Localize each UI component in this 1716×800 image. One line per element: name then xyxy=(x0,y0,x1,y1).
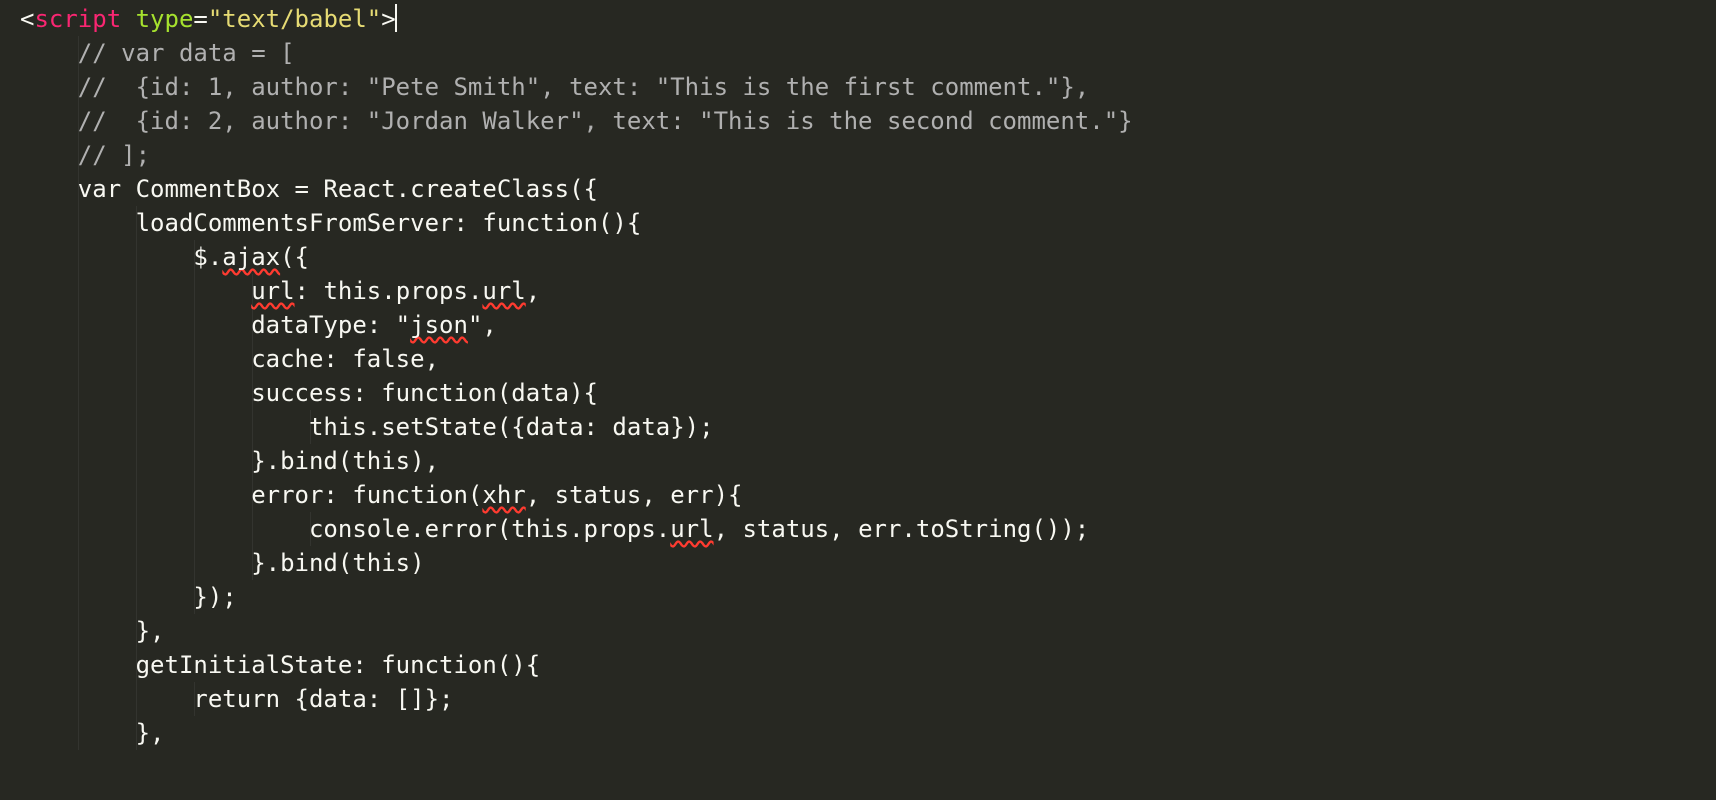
code-token: dataType: " xyxy=(251,311,410,339)
code-token: < xyxy=(20,5,34,33)
code-token: }.bind(this), xyxy=(251,447,439,475)
code-token: loadCommentsFromServer: function(){ xyxy=(136,209,642,237)
code-token: url xyxy=(670,515,713,543)
code-token: }, xyxy=(136,617,165,645)
code-text: cache: false, xyxy=(0,345,439,373)
code-text: }, xyxy=(0,719,165,747)
code-token: return {data: []}; xyxy=(193,685,453,713)
code-token: }); xyxy=(193,583,236,611)
code-text: this.setState({data: data}); xyxy=(0,413,714,441)
code-line[interactable]: // {id: 1, author: "Pete Smith", text: "… xyxy=(0,70,1716,104)
code-token: type xyxy=(136,5,194,33)
code-token: xhr xyxy=(482,481,525,509)
code-token: cache: false, xyxy=(251,345,439,373)
code-line[interactable]: // {id: 2, author: "Jordan Walker", text… xyxy=(0,104,1716,138)
code-token: console.error(this.props. xyxy=(309,515,670,543)
code-line[interactable]: url: this.props.url, xyxy=(0,274,1716,308)
code-line[interactable]: <script type="text/babel"> xyxy=(0,2,1716,36)
code-token: var CommentBox = React.createClass({ xyxy=(78,175,598,203)
code-line[interactable]: dataType: "json", xyxy=(0,308,1716,342)
code-text: url: this.props.url, xyxy=(0,277,540,305)
code-text: console.error(this.props.url, status, er… xyxy=(0,515,1089,543)
code-line[interactable]: loadCommentsFromServer: function(){ xyxy=(0,206,1716,240)
code-text: }); xyxy=(0,583,237,611)
code-token: error: function( xyxy=(251,481,482,509)
code-token: , status, err.toString()); xyxy=(714,515,1090,543)
code-text: <script type="text/babel"> xyxy=(0,5,397,33)
code-token: }.bind(this) xyxy=(251,549,424,577)
code-line[interactable]: console.error(this.props.url, status, er… xyxy=(0,512,1716,546)
code-line[interactable]: }, xyxy=(0,716,1716,750)
code-token: success: function(data){ xyxy=(251,379,598,407)
code-text: error: function(xhr, status, err){ xyxy=(0,481,742,509)
code-text: dataType: "json", xyxy=(0,311,497,339)
code-token xyxy=(121,5,135,33)
code-line[interactable]: }.bind(this) xyxy=(0,546,1716,580)
code-token: > xyxy=(381,5,395,33)
code-text: }.bind(this), xyxy=(0,447,439,475)
code-text: loadCommentsFromServer: function(){ xyxy=(0,209,641,237)
code-token: : this.props. xyxy=(295,277,483,305)
text-cursor xyxy=(395,4,397,32)
code-text: // ]; xyxy=(0,141,150,169)
code-token: getInitialState: function(){ xyxy=(136,651,541,679)
code-line[interactable]: error: function(xhr, status, err){ xyxy=(0,478,1716,512)
code-token: url xyxy=(251,277,294,305)
code-text: return {data: []}; xyxy=(0,685,453,713)
code-token: }, xyxy=(136,719,165,747)
code-token: url xyxy=(482,277,525,305)
code-token: $. xyxy=(193,243,222,271)
code-text: // {id: 2, author: "Jordan Walker", text… xyxy=(0,107,1133,135)
code-editor[interactable]: <script type="text/babel"> // var data =… xyxy=(0,0,1716,800)
code-token: // var data = [ xyxy=(78,39,295,67)
code-text: $.ajax({ xyxy=(0,243,309,271)
code-line[interactable]: return {data: []}; xyxy=(0,682,1716,716)
code-token: = xyxy=(193,5,207,33)
code-text: }.bind(this) xyxy=(0,549,425,577)
code-line[interactable]: // var data = [ xyxy=(0,36,1716,70)
code-text: }, xyxy=(0,617,165,645)
code-token: , xyxy=(526,277,540,305)
code-token: ", xyxy=(468,311,497,339)
code-line[interactable]: this.setState({data: data}); xyxy=(0,410,1716,444)
code-token: // {id: 2, author: "Jordan Walker", text… xyxy=(78,107,1133,135)
code-line[interactable]: $.ajax({ xyxy=(0,240,1716,274)
code-text: // var data = [ xyxy=(0,39,295,67)
code-text: success: function(data){ xyxy=(0,379,598,407)
code-text: // {id: 1, author: "Pete Smith", text: "… xyxy=(0,73,1089,101)
code-line[interactable]: cache: false, xyxy=(0,342,1716,376)
code-token: ({ xyxy=(280,243,309,271)
code-line[interactable]: success: function(data){ xyxy=(0,376,1716,410)
code-token: script xyxy=(34,5,121,33)
code-token: ajax xyxy=(222,243,280,271)
code-line[interactable]: getInitialState: function(){ xyxy=(0,648,1716,682)
code-line[interactable]: }, xyxy=(0,614,1716,648)
code-line[interactable]: var CommentBox = React.createClass({ xyxy=(0,172,1716,206)
code-token: // ]; xyxy=(78,141,150,169)
code-token: json xyxy=(410,311,468,339)
code-token: "text/babel" xyxy=(208,5,381,33)
code-line[interactable]: }.bind(this), xyxy=(0,444,1716,478)
code-text: getInitialState: function(){ xyxy=(0,651,540,679)
code-token: this.setState({data: data}); xyxy=(309,413,714,441)
code-line[interactable]: // ]; xyxy=(0,138,1716,172)
code-token: , status, err){ xyxy=(526,481,743,509)
code-token: // {id: 1, author: "Pete Smith", text: "… xyxy=(78,73,1089,101)
code-text: var CommentBox = React.createClass({ xyxy=(0,175,598,203)
code-line[interactable]: }); xyxy=(0,580,1716,614)
